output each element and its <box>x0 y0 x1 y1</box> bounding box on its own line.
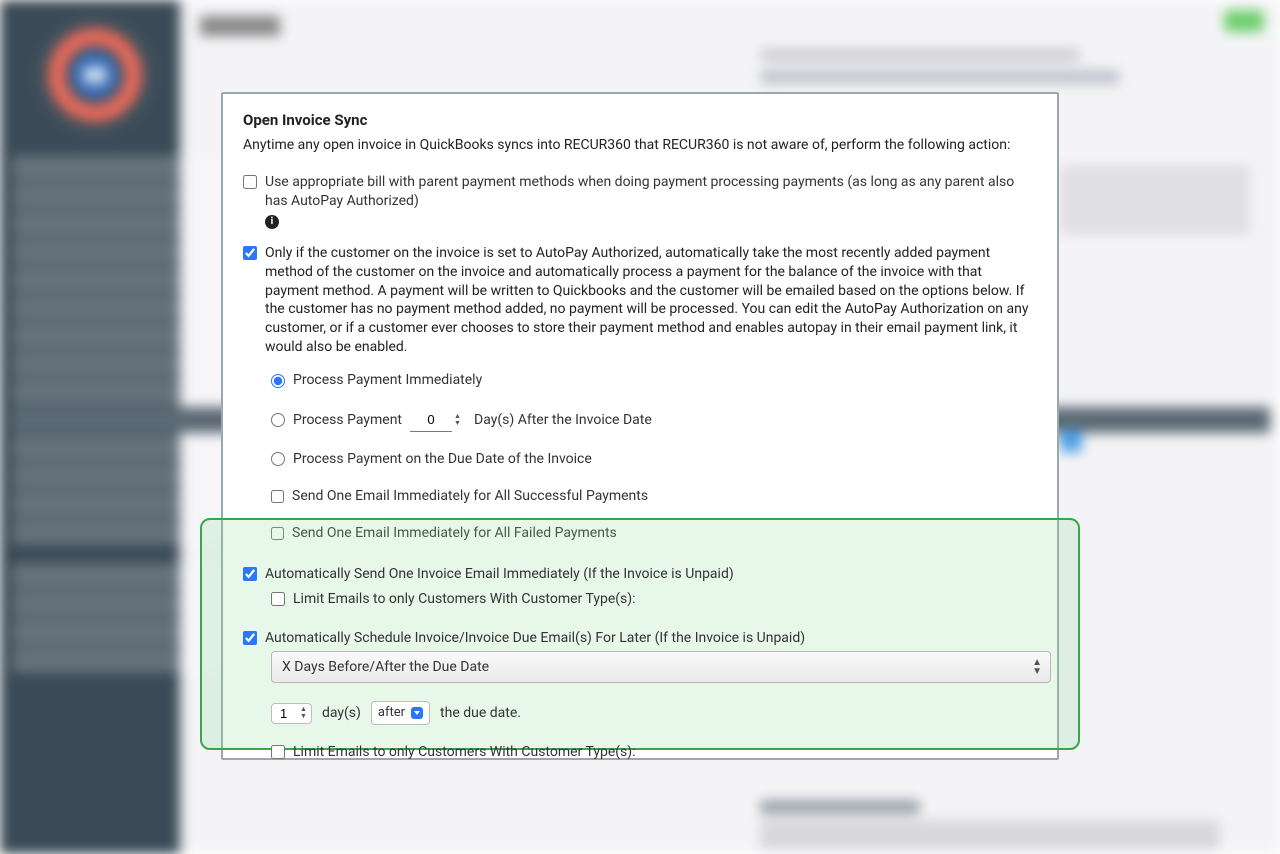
input-offset-days[interactable] <box>280 706 300 721</box>
stepper-offset-days[interactable]: ▲▼ <box>300 706 307 720</box>
open-invoice-sync-modal: Open Invoice Sync Anytime any open invoi… <box>221 92 1059 760</box>
select-schedule-timing-value: X Days Before/After the Due Date <box>282 658 489 677</box>
dropdown-icon <box>411 707 423 719</box>
input-days-after[interactable] <box>410 408 452 432</box>
checkbox-email-failed-label: Send One Email Immediately for All Faile… <box>292 524 617 543</box>
radio-immediate-label: Process Payment Immediately <box>293 371 482 390</box>
auto-email-section: Automatically Send One Invoice Email Imm… <box>243 565 1037 762</box>
checkbox-email-success-label: Send One Email Immediately for All Succe… <box>292 487 648 506</box>
option-bill-parent: Use appropriate bill with parent payment… <box>243 173 1037 230</box>
stepper-days-after[interactable]: ▲▼ <box>454 413 466 427</box>
checkbox-limit-customers-2-label: Limit Emails to only Customers With Cust… <box>293 743 1037 762</box>
schedule-offset-row: ▲▼ day(s) after the due date. <box>271 701 1037 725</box>
checkbox-bill-parent[interactable] <box>243 175 257 189</box>
radio-due-label: Process Payment on the Due Date of the I… <box>293 450 592 469</box>
select-arrows-icon: ▲▼ <box>1032 658 1042 676</box>
option-autopay: Only if the customer on the invoice is s… <box>243 244 1037 357</box>
checkbox-auto-send-invoice[interactable] <box>243 567 257 581</box>
radio-after-prefix: Process Payment <box>293 411 402 430</box>
info-icon[interactable]: i <box>265 215 279 229</box>
checkbox-email-success[interactable] <box>271 490 284 503</box>
checkbox-auto-schedule[interactable] <box>243 631 257 645</box>
checkbox-auto-schedule-label: Automatically Schedule Invoice/Invoice D… <box>265 629 1037 648</box>
checkbox-limit-customers-1-label: Limit Emails to only Customers With Cust… <box>293 590 1037 609</box>
radio-due-date[interactable] <box>271 452 285 466</box>
checkbox-autopay[interactable] <box>243 246 257 260</box>
radio-after-suffix: Day(s) After the Invoice Date <box>474 411 652 430</box>
offset-days-label: day(s) <box>322 704 361 723</box>
app-logo <box>35 15 155 135</box>
modal-intro: Anytime any open invoice in QuickBooks s… <box>243 136 1037 155</box>
checkbox-limit-customers-2[interactable] <box>271 745 285 759</box>
checkbox-email-failed[interactable] <box>271 527 284 540</box>
offset-suffix: the due date. <box>440 704 521 723</box>
checkbox-limit-customers-1[interactable] <box>271 592 285 606</box>
select-schedule-timing[interactable]: X Days Before/After the Due Date ▲▼ <box>271 651 1051 683</box>
select-before-after-value: after <box>378 704 405 722</box>
header-badge-blur <box>1224 10 1264 32</box>
select-before-after[interactable]: after <box>371 701 430 725</box>
option-bill-parent-label: Use appropriate bill with parent payment… <box>265 174 1014 209</box>
radio-immediate[interactable] <box>271 374 285 388</box>
payment-timing-radios: Process Payment Immediately Process Paym… <box>271 371 1037 543</box>
page-header-blur <box>200 16 1260 36</box>
modal-title: Open Invoice Sync <box>243 110 1037 130</box>
option-autopay-label: Only if the customer on the invoice is s… <box>265 244 1037 357</box>
radio-after-days[interactable] <box>271 413 285 427</box>
checkbox-auto-send-invoice-label: Automatically Send One Invoice Email Imm… <box>265 565 1037 584</box>
